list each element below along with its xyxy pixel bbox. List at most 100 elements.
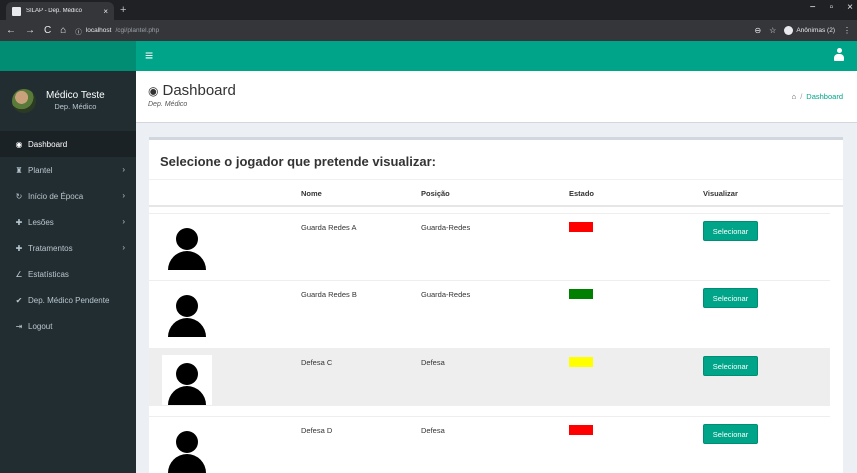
dashboard-icon: ◉ <box>148 84 159 98</box>
season-start-icon: ↻ <box>15 191 23 201</box>
select-player-button[interactable]: Selecionar <box>703 356 758 376</box>
sidebar-toggle-icon[interactable]: ≡ <box>145 47 153 63</box>
table-header: Nome Posição Estado Visualizar <box>149 179 843 207</box>
sidebar: Médico Teste Dep. Médico ◉ Dashboard ♜ Plan… <box>0 71 136 473</box>
player-name: Guarda Redes A <box>301 223 357 232</box>
chevron-right-icon: › <box>122 243 125 252</box>
chevron-right-icon: › <box>122 217 125 226</box>
tab-title: SILAP - Dep. Médico <box>26 8 82 14</box>
bookmark-star-icon[interactable]: ☆ <box>769 26 776 35</box>
injury-icon: ✚ <box>15 217 23 227</box>
user-menu-icon[interactable] <box>834 48 844 62</box>
box-title: Selecione o jogador que pretende visuali… <box>160 154 436 169</box>
chart-icon: ∠ <box>15 269 23 279</box>
logo-area <box>0 41 136 71</box>
chevron-right-icon: › <box>122 165 125 174</box>
page-subtitle: Dep. Médico <box>148 101 188 108</box>
table-row: Defesa C Defesa Selecionar <box>149 348 830 406</box>
zoom-icon[interactable]: ⊖ <box>754 26 761 35</box>
sidebar-menu: ◉ Dashboard ♜ Plantel › ↻ Início de Época › ✚ Les… <box>0 131 136 339</box>
incognito-label: Anônimas (2) <box>796 27 835 34</box>
sidebar-item-tratamentos[interactable]: ✚ Tratamentos › <box>0 235 136 261</box>
url-host: localhost <box>85 27 112 34</box>
url-field[interactable]: ⓘ localhost/cgi/plantel.php <box>75 26 159 36</box>
window-close-icon[interactable]: × <box>847 2 853 13</box>
user-name: Médico Teste <box>46 90 105 101</box>
select-player-button[interactable]: Selecionar <box>703 424 758 444</box>
team-icon: ♜ <box>15 165 23 175</box>
back-icon[interactable]: ← <box>6 25 16 36</box>
home-icon[interactable]: ⌂ <box>60 25 66 36</box>
sidebar-item-label: Estatísticas <box>28 269 69 279</box>
favicon-icon <box>12 6 21 16</box>
status-indicator <box>569 357 593 367</box>
sidebar-item-label: Plantel <box>28 165 53 175</box>
minimize-icon[interactable]: − <box>810 2 816 13</box>
player-select-box: Selecione o jogador que pretende visuali… <box>149 137 843 473</box>
top-navbar: ≡ <box>136 41 857 71</box>
incognito-icon <box>784 26 794 35</box>
reload-icon[interactable]: C <box>44 25 51 36</box>
home-icon[interactable]: ⌂ <box>792 92 797 101</box>
sidebar-item-label: Dashboard <box>28 139 68 149</box>
player-position: Defesa <box>421 426 445 435</box>
player-name: Guarda Redes B <box>301 290 357 299</box>
column-header-name: Nome <box>301 189 322 198</box>
browser-menu-icon[interactable]: ⋮ <box>843 26 851 35</box>
player-photo <box>162 355 212 405</box>
player-photo <box>162 220 212 270</box>
dashboard-icon: ◉ <box>15 139 23 149</box>
player-position: Defesa <box>421 358 445 367</box>
page-title: ◉ Dashboard <box>148 83 236 99</box>
browser-tab-bar: SILAP - Dep. Médico × + − ▫ × <box>0 0 857 20</box>
player-position: Guarda-Redes <box>421 290 471 299</box>
treatment-icon: ✚ <box>15 243 23 253</box>
site-info-icon[interactable]: ⓘ <box>75 26 82 36</box>
user-panel: Médico Teste Dep. Médico <box>0 71 136 131</box>
sidebar-item-label: Início de Época <box>28 191 84 201</box>
player-photo <box>162 423 212 473</box>
check-icon: ✔ <box>15 295 23 305</box>
table-row: Guarda Redes B Guarda-Redes Selecionar <box>149 280 830 338</box>
select-player-button[interactable]: Selecionar <box>703 288 758 308</box>
tab-close-icon[interactable]: × <box>103 7 108 16</box>
sidebar-item-les-es[interactable]: ✚ Lesões › <box>0 209 136 235</box>
content-header: ◉ Dashboard Dep. Médico ⌂ / Dashboard <box>136 71 857 123</box>
player-name: Defesa D <box>301 426 333 435</box>
user-dept: Dep. Médico <box>54 102 97 111</box>
logout-icon: ⇥ <box>15 321 23 331</box>
breadcrumb-separator: / <box>800 92 803 101</box>
browser-tab[interactable]: SILAP - Dep. Médico × <box>6 2 114 20</box>
incognito-profile[interactable]: Anônimas (2) <box>784 26 835 35</box>
address-bar: ← → C ⌂ ⓘ localhost/cgi/plantel.php ⊖ ☆ … <box>0 20 857 41</box>
sidebar-item-plantel[interactable]: ♜ Plantel › <box>0 157 136 183</box>
url-path: /cgi/plantel.php <box>115 27 160 34</box>
chevron-right-icon: › <box>122 191 125 200</box>
forward-icon[interactable]: → <box>25 25 35 36</box>
breadcrumb-current[interactable]: Dashboard <box>806 92 843 101</box>
status-indicator <box>569 425 593 435</box>
table-row: Defesa D Defesa Selecionar <box>149 416 830 473</box>
window-controls: − ▫ × <box>810 2 853 13</box>
breadcrumb: ⌂ / Dashboard <box>792 92 843 101</box>
status-indicator <box>569 222 593 232</box>
sidebar-item-label: Tratamentos <box>28 243 73 253</box>
sidebar-item-dep-m-dico-pendente[interactable]: ✔ Dep. Médico Pendente <box>0 287 136 313</box>
sidebar-item-in-cio-de-poca[interactable]: ↻ Início de Época › <box>0 183 136 209</box>
player-position: Guarda-Redes <box>421 223 471 232</box>
player-name: Defesa C <box>301 358 333 367</box>
column-header-view: Visualizar <box>703 189 738 198</box>
column-header-position: Posição <box>421 189 450 198</box>
sidebar-item-label: Dep. Médico Pendente <box>28 295 110 305</box>
column-header-status: Estado <box>569 189 595 198</box>
status-indicator <box>569 289 593 299</box>
sidebar-item-estat-sticas[interactable]: ∠ Estatísticas <box>0 261 136 287</box>
sidebar-item-dashboard[interactable]: ◉ Dashboard <box>0 131 136 157</box>
page-title-text: Dashboard <box>162 82 236 99</box>
avatar <box>12 89 36 113</box>
select-player-button[interactable]: Selecionar <box>703 221 758 241</box>
sidebar-item-logout[interactable]: ⇥ Logout <box>0 313 136 339</box>
table-row: Guarda Redes A Guarda-Redes Selecionar <box>149 213 830 271</box>
maximize-icon[interactable]: ▫ <box>830 2 834 13</box>
new-tab-icon[interactable]: + <box>120 3 126 17</box>
